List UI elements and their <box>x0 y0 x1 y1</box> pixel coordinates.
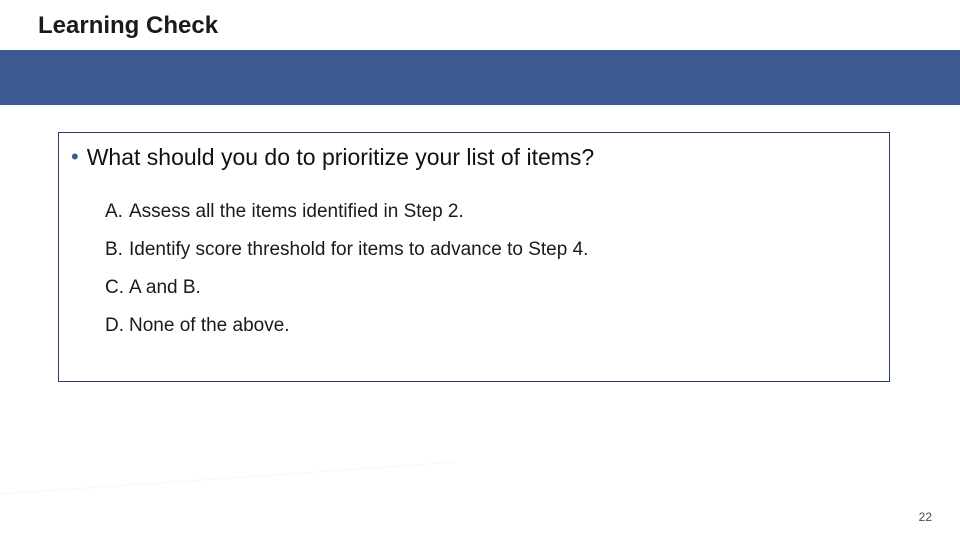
option-letter: D. <box>105 315 129 337</box>
option-letter: C. <box>105 277 129 299</box>
option-text: None of the above. <box>129 315 290 337</box>
options-list: A. Assess all the items identified in St… <box>105 201 877 337</box>
option-text: Identify score threshold for items to ad… <box>129 239 588 261</box>
bullet-icon: • <box>71 143 79 171</box>
option-letter: B. <box>105 239 129 261</box>
content-box: • What should you do to prioritize your … <box>58 132 890 382</box>
question-text: What should you do to prioritize your li… <box>87 143 595 171</box>
slide-title: Learning Check <box>38 12 218 40</box>
option-a: A. Assess all the items identified in St… <box>105 201 877 223</box>
option-letter: A. <box>105 201 129 223</box>
header-band <box>0 50 960 105</box>
page-number: 22 <box>919 510 932 524</box>
option-c: C. A and B. <box>105 277 877 299</box>
option-b: B. Identify score threshold for items to… <box>105 239 877 261</box>
option-text: A and B. <box>129 277 201 299</box>
option-text: Assess all the items identified in Step … <box>129 201 464 223</box>
question-row: • What should you do to prioritize your … <box>71 143 877 171</box>
footer-wedge <box>0 463 463 540</box>
option-d: D. None of the above. <box>105 315 877 337</box>
